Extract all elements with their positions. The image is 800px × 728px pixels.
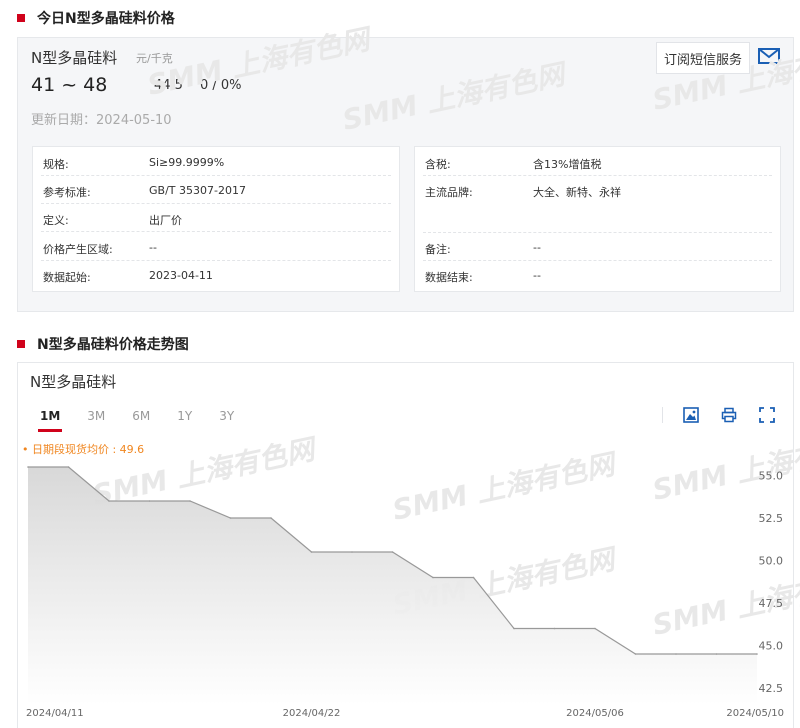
data-point — [675, 653, 677, 655]
data-point — [432, 576, 434, 579]
x-tick-label: 2024/04/11 — [26, 708, 84, 719]
data-point — [108, 500, 110, 502]
data-point — [391, 551, 394, 553]
price-trend-chart: SMM 上海有色网 SMM 上海有色网SMM 上海有色网 SMM 上海有色网 SMM … — [26, 22, 800, 719]
data-point — [472, 576, 475, 579]
x-tick-label: 2024/05/06 — [566, 708, 624, 719]
data-point — [148, 500, 151, 502]
data-point — [270, 517, 272, 519]
y-tick-label: 47.5 — [759, 597, 784, 610]
data-point — [513, 627, 515, 630]
y-tick-label: 50.0 — [759, 555, 784, 568]
data-point — [67, 466, 70, 468]
watermark-text: SMM 上海有色网 — [340, 57, 571, 137]
data-point — [553, 627, 556, 630]
watermark-text: SMM 上海有色网 — [145, 22, 376, 102]
y-tick-label: 52.5 — [759, 512, 784, 525]
x-axis: 2024/04/11 2024/04/22 2024/05/06 2024/05/10 — [26, 708, 784, 719]
data-point — [27, 466, 29, 468]
average-price-label: • 日期段现货均价 : 49.6 — [22, 443, 145, 456]
data-point — [310, 551, 313, 553]
watermark-text: SMM 上海有色网 — [650, 427, 800, 507]
watermark-text: SMM 上海有色网 — [650, 37, 800, 117]
y-tick-label: 45.0 — [759, 640, 784, 653]
y-tick-label: 55.0 — [759, 470, 784, 483]
data-point — [756, 653, 758, 655]
data-point — [634, 653, 637, 655]
x-tick-label: 2024/04/22 — [283, 708, 341, 719]
data-point — [715, 653, 718, 655]
x-tick-label: 2024/05/10 — [726, 708, 784, 719]
watermark-text: SMM 上海有色网 — [390, 447, 621, 527]
data-point — [351, 551, 353, 553]
data-point — [594, 627, 596, 630]
y-tick-label: 42.5 — [759, 682, 784, 695]
data-point — [189, 500, 191, 502]
data-point — [229, 517, 232, 519]
